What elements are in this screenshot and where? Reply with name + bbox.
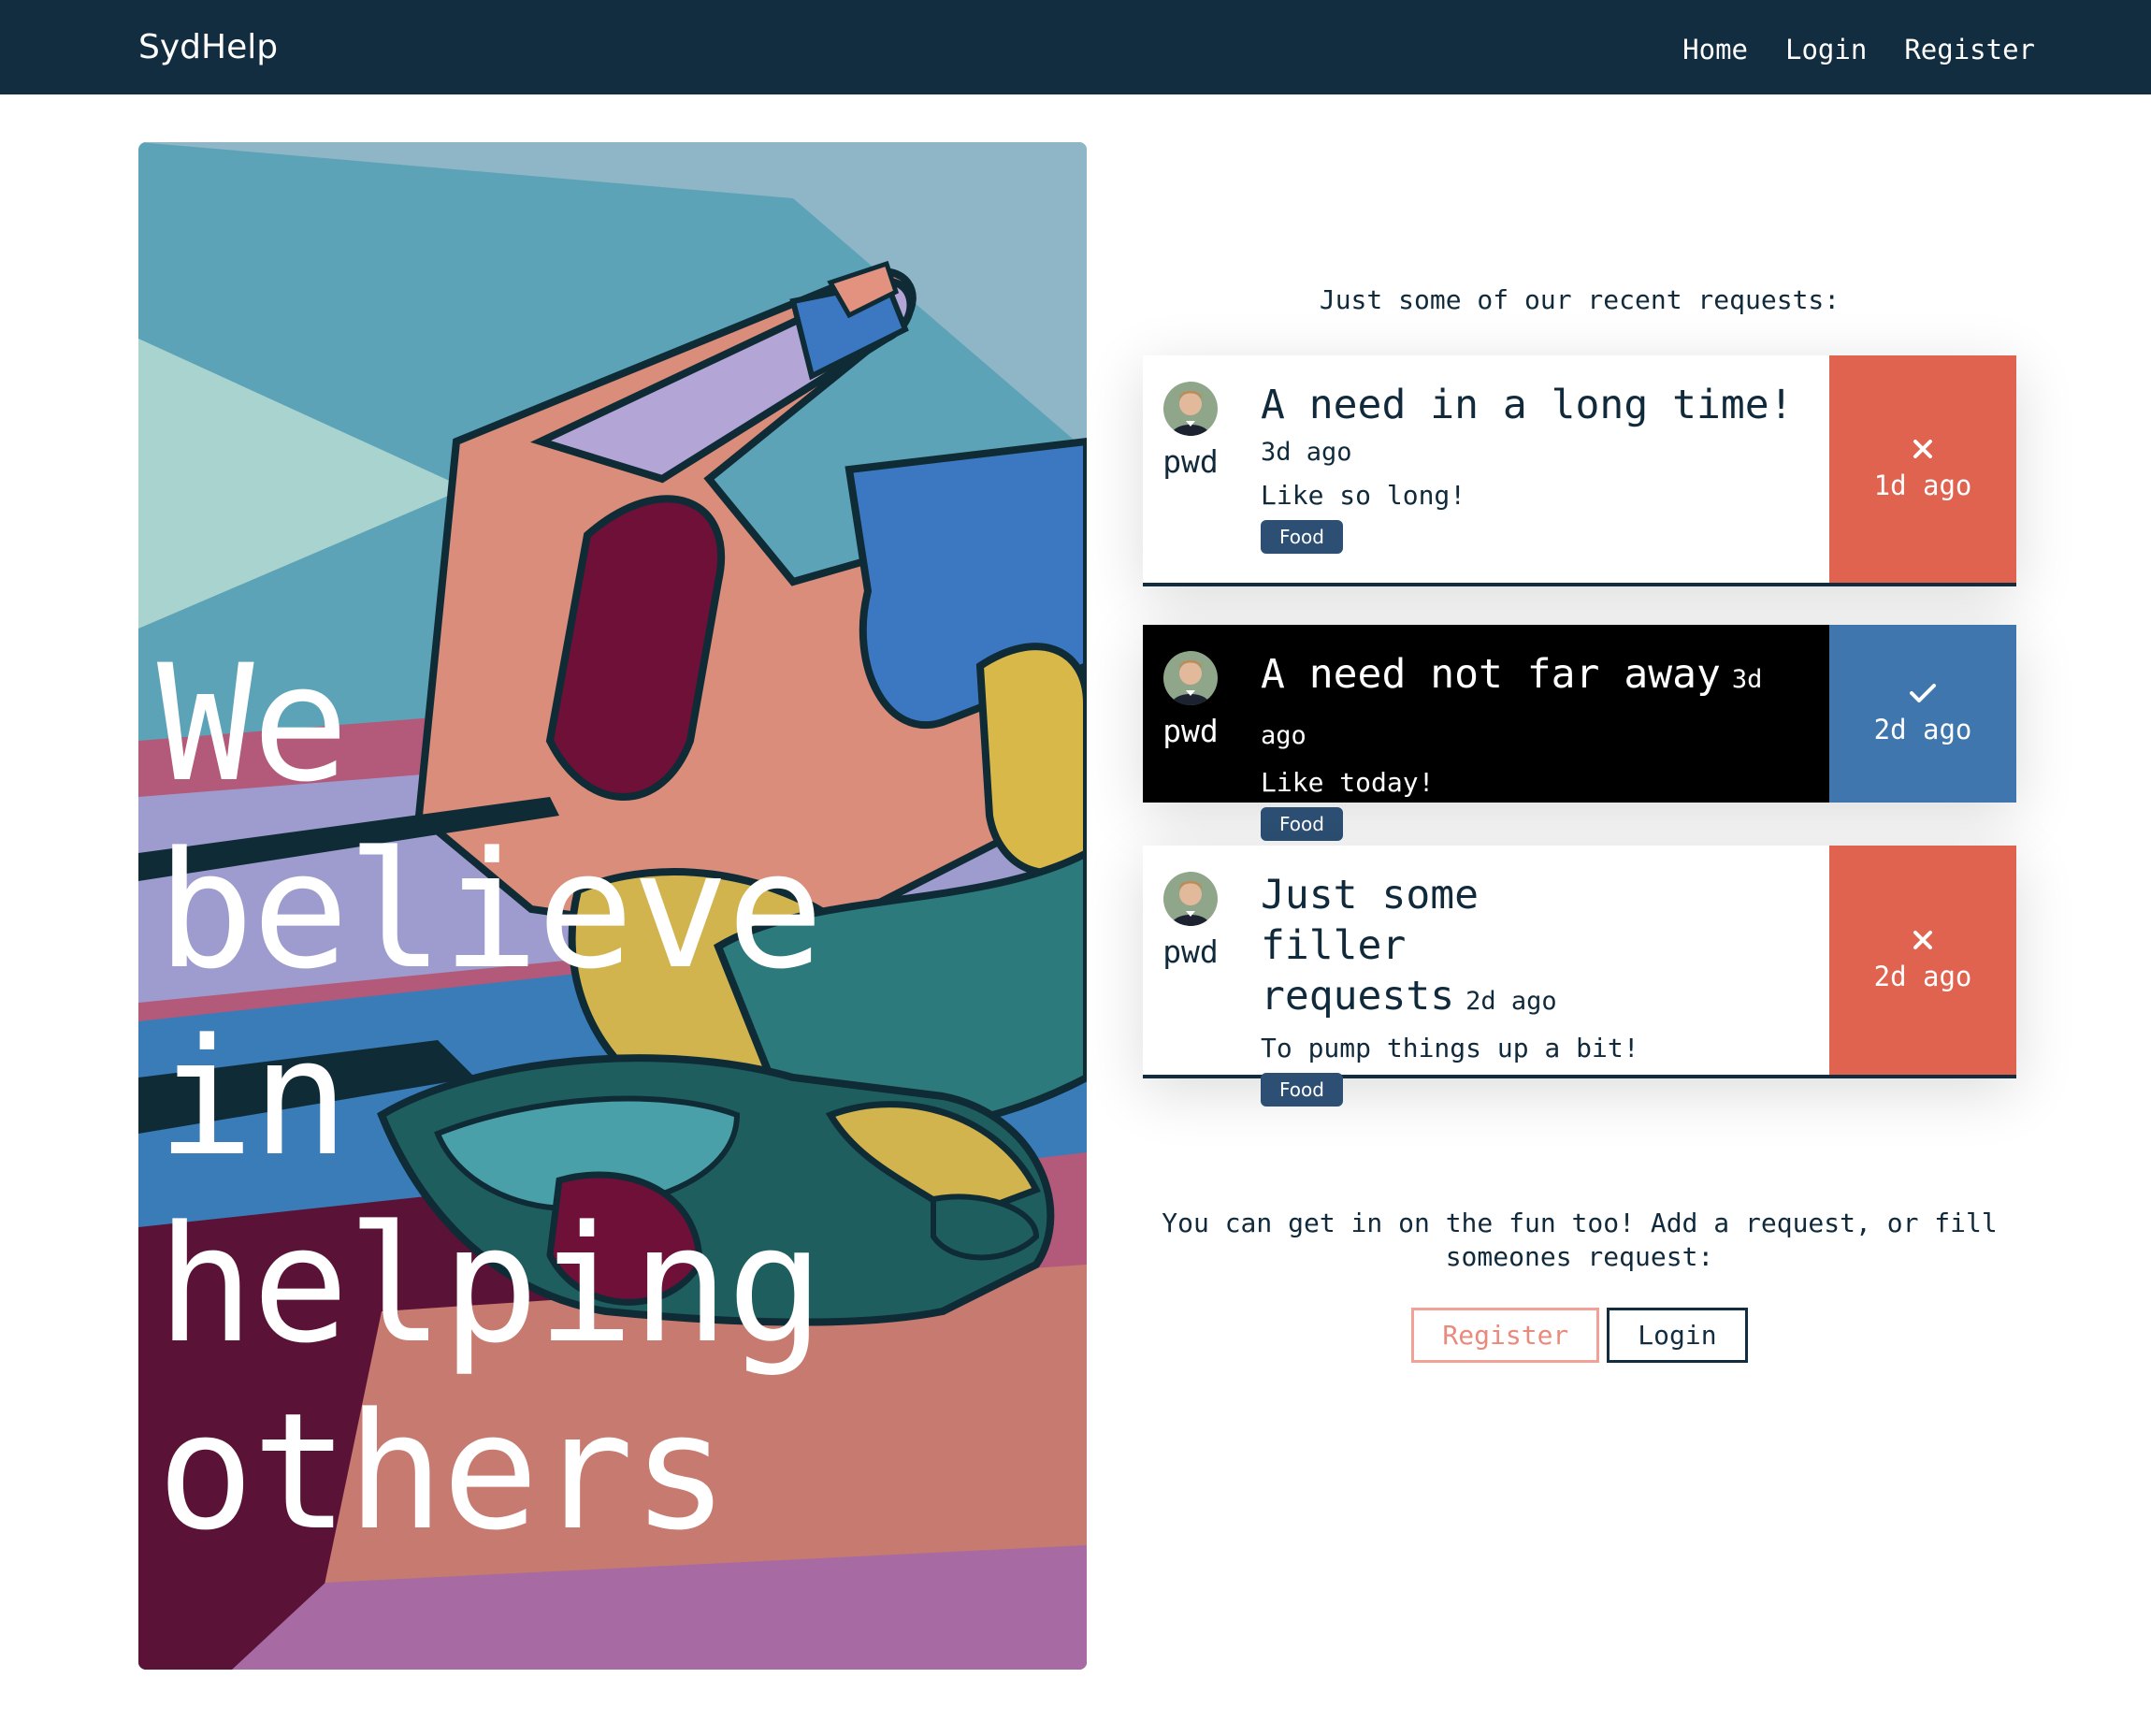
request-title: A need in a long time!: [1261, 382, 1794, 428]
cta-text: You can get in on the fun too! Add a req…: [1162, 1208, 1998, 1272]
nav-link-login[interactable]: Login: [1785, 34, 1867, 65]
request-title: Just some filler requests: [1261, 872, 1479, 1020]
hero-headline-line-1: We believe: [157, 629, 824, 1005]
top-navbar: SydHelp Home Login Register: [0, 0, 2151, 94]
request-title-row: Just some filler requests 2d ago: [1261, 870, 1635, 1027]
request-user: pwd: [1162, 382, 1220, 480]
request-card[interactable]: pwd A need not far away 3d ago Like today…: [1143, 625, 2016, 841]
request-card[interactable]: pwd Just some filler requests 2d ago To p…: [1143, 846, 2016, 1107]
request-description: To pump things up a bit!: [1261, 1033, 1639, 1063]
register-button[interactable]: Register: [1411, 1308, 1600, 1363]
request-user: pwd: [1162, 872, 1220, 970]
avatar: [1163, 872, 1218, 926]
request-status-time: 2d ago: [1873, 714, 1972, 745]
request-posted-time: 2d ago: [1465, 987, 1557, 1016]
request-status-time: 1d ago: [1873, 469, 1972, 501]
nav-link-register[interactable]: Register: [1904, 34, 2035, 65]
hero-headline-line-2: in helping: [157, 1004, 824, 1379]
request-status-panel[interactable]: 2d ago: [1829, 846, 2016, 1075]
request-status-time: 2d ago: [1873, 960, 1972, 992]
request-body: A need in a long time! 3d ago Like so lo…: [1261, 380, 1811, 554]
hero-image: We believe in helping others: [138, 142, 1087, 1670]
request-username[interactable]: pwd: [1162, 713, 1220, 749]
request-username[interactable]: pwd: [1162, 443, 1220, 480]
request-tag-badge: Food: [1261, 520, 1343, 554]
request-title-row: A need not far away 3d ago: [1261, 649, 1811, 761]
request-card-main: pwd A need in a long time! 3d ago Like s…: [1143, 355, 1829, 583]
requests-intro: Just some of our recent requests:: [1319, 284, 1841, 315]
hero-headline: We believe in helping others: [157, 630, 1083, 1566]
check-icon: [1910, 684, 1936, 702]
request-username[interactable]: pwd: [1162, 933, 1220, 970]
request-body: A need not far away 3d ago Like today! Fo…: [1261, 649, 1811, 841]
login-button[interactable]: Login: [1607, 1308, 1748, 1363]
request-tag-badge: Food: [1261, 807, 1343, 841]
request-card-main: pwd A need not far away 3d ago Like today…: [1143, 625, 1829, 841]
nav-link-home[interactable]: Home: [1682, 34, 1748, 65]
request-user: pwd: [1162, 651, 1220, 749]
request-title: A need not far away: [1261, 651, 1721, 698]
cta-buttons: Register Login: [1143, 1308, 2016, 1363]
request-posted-time: 3d ago: [1261, 438, 1352, 467]
request-card[interactable]: pwd A need in a long time! 3d ago Like s…: [1143, 355, 2016, 586]
request-body: Just some filler requests 2d ago To pump …: [1261, 870, 1811, 1107]
close-icon: [1913, 930, 1932, 949]
request-status-panel[interactable]: 2d ago: [1829, 625, 2016, 803]
nav-links: Home Login Register: [1682, 34, 2035, 65]
request-description: Like today!: [1261, 767, 1435, 798]
close-icon: [1913, 439, 1932, 458]
request-card-main: pwd Just some filler requests 2d ago To p…: [1143, 846, 1829, 1107]
avatar: [1163, 651, 1218, 705]
hero-headline-line-3: others: [157, 1378, 729, 1566]
request-tag-badge: Food: [1261, 1073, 1343, 1107]
request-status-panel[interactable]: 1d ago: [1829, 355, 2016, 583]
brand-logo[interactable]: SydHelp: [138, 28, 278, 66]
request-description: Like so long!: [1261, 480, 1466, 511]
avatar: [1163, 382, 1218, 436]
